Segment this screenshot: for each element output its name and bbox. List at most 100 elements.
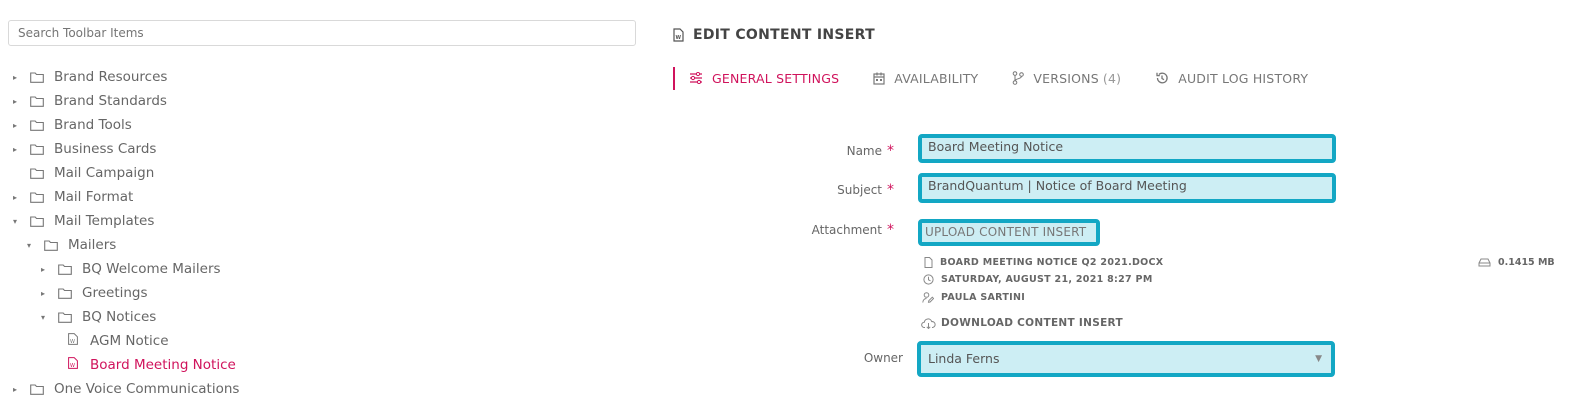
toolbar-tree-panel: ▸ Brand Resources ▸ Brand Standards ▸ Brand T… (0, 0, 650, 397)
folder-icon (30, 120, 44, 131)
name-label: Name * (774, 143, 894, 159)
tree-item-label: Mail Campaign (54, 165, 155, 181)
tree-folder-item[interactable]: ▸ One Voice Communications (10, 378, 239, 400)
tree-folder-item[interactable]: ▸ Brand Standards (10, 90, 167, 112)
caret-down-icon[interactable]: ▾ (24, 241, 34, 250)
folder-icon (30, 144, 44, 155)
tree-folder-item[interactable]: Mail Campaign (10, 162, 154, 184)
attachment-label-text: Attachment (811, 223, 882, 237)
page-title-text: EDIT CONTENT INSERT (693, 27, 875, 43)
user-edit-icon (922, 292, 934, 303)
folder-icon (30, 192, 44, 203)
sliders-icon (690, 72, 702, 84)
tab-general-settings[interactable]: GENERAL SETTINGS (689, 71, 839, 86)
history-icon (1156, 72, 1168, 84)
required-mark: * (887, 182, 894, 198)
tree-folder-item[interactable]: ▸ Brand Resources (10, 66, 167, 88)
tree-item-label: Greetings (82, 285, 148, 301)
tree-item-label: Brand Tools (54, 117, 132, 133)
word-doc-icon: W (68, 333, 80, 349)
file-user: PAULA SARTINI (941, 292, 1026, 303)
folder-icon (30, 96, 44, 107)
tree-item-label: Board Meeting Notice (90, 357, 236, 373)
caret-right-icon[interactable]: ▸ (10, 145, 20, 154)
caret-right-icon[interactable]: ▸ (10, 97, 20, 106)
tree-folder-item[interactable]: ▸ Greetings (38, 282, 148, 304)
caret-down-icon[interactable]: ▾ (38, 313, 48, 322)
tree-folder-item[interactable]: ▾ Mail Templates (10, 210, 154, 232)
tree-item-label: Mail Templates (54, 213, 155, 229)
upload-label: UPLOAD CONTENT INSERT (925, 225, 1087, 239)
versions-count: (4) (1102, 70, 1122, 86)
tree-folder-item[interactable]: ▸ BQ Welcome Mailers (38, 258, 221, 280)
folder-icon (58, 288, 72, 299)
caret-right-icon[interactable]: ▸ (10, 121, 20, 130)
search-input[interactable] (8, 20, 636, 46)
tree-folder-item[interactable]: ▸ Business Cards (10, 138, 156, 160)
tree-item-label: Business Cards (54, 141, 157, 157)
owner-label: Owner (783, 351, 903, 365)
svg-text:W: W (70, 339, 75, 345)
tree-item-label: Mailers (68, 237, 117, 253)
owner-select[interactable]: Linda Ferns ▼ (917, 341, 1335, 377)
clock-icon (923, 274, 934, 285)
tab-label: VERSIONS (1033, 70, 1099, 86)
file-name: BOARD MEETING NOTICE Q2 2021.DOCX (940, 257, 1164, 268)
name-field[interactable]: Board Meeting Notice (918, 134, 1336, 163)
tree-item-label: Mail Format (54, 189, 134, 205)
tab-label: GENERAL SETTINGS (712, 70, 840, 86)
tab-audit-log-history[interactable]: AUDIT LOG HISTORY (1155, 71, 1308, 86)
subject-field[interactable]: BrandQuantum | Notice of Board Meeting (918, 173, 1336, 203)
name-value: Board Meeting Notice (928, 139, 1064, 154)
tree-item-label: BQ Notices (82, 309, 157, 325)
subject-label: Subject * (774, 182, 894, 198)
owner-label-text: Owner (863, 351, 903, 365)
required-mark: * (887, 143, 894, 159)
tree-document-item[interactable]: W AGM Notice (68, 330, 169, 352)
caret-right-icon[interactable]: ▸ (10, 385, 20, 394)
tree-document-item[interactable]: W Board Meeting Notice (68, 354, 236, 376)
word-doc-icon: W (673, 28, 684, 42)
tree-folder-item[interactable]: ▸ Brand Tools (10, 114, 132, 136)
chevron-down-icon: ▼ (1315, 354, 1322, 364)
file-date-row: SATURDAY, AUGUST 21, 2021 8:27 PM (923, 274, 1153, 285)
folder-icon (44, 240, 58, 251)
branch-icon (1013, 71, 1025, 85)
caret-right-icon[interactable]: ▸ (38, 265, 48, 274)
cloud-download-icon (921, 317, 936, 329)
folder-icon (58, 264, 72, 275)
caret-down-icon[interactable]: ▾ (10, 217, 20, 226)
svg-text:W: W (70, 363, 75, 369)
owner-value: Linda Ferns (928, 351, 1000, 366)
tree-folder-item[interactable]: ▾ Mailers (24, 234, 116, 256)
hard-drive-icon (1478, 258, 1491, 267)
file-user-row: PAULA SARTINI (922, 292, 1025, 303)
tab-label: AVAILABILITY (894, 70, 979, 86)
tab-versions[interactable]: VERSIONS (4) (1012, 71, 1121, 86)
subject-label-text: Subject (837, 183, 882, 197)
tree-item-label: Brand Standards (54, 93, 167, 109)
word-doc-icon: W (68, 357, 80, 373)
caret-right-icon[interactable]: ▸ (10, 193, 20, 202)
download-label: DOWNLOAD CONTENT INSERT (941, 317, 1123, 329)
tree-folder-item[interactable]: ▾ BQ Notices (38, 306, 156, 328)
folder-icon (30, 168, 44, 179)
tab-label: AUDIT LOG HISTORY (1178, 70, 1309, 86)
upload-content-insert-button[interactable]: UPLOAD CONTENT INSERT (918, 219, 1100, 246)
required-mark: * (887, 222, 894, 238)
tab-availability[interactable]: AVAILABILITY (873, 71, 978, 86)
tab-bar: GENERAL SETTINGS AVAILABILITY VERSIONS (… (673, 66, 1342, 90)
page-title: W EDIT CONTENT INSERT (673, 27, 875, 43)
download-content-insert-link[interactable]: DOWNLOAD CONTENT INSERT (921, 317, 1123, 329)
caret-right-icon[interactable]: ▸ (38, 289, 48, 298)
file-icon (924, 257, 933, 268)
folder-icon (30, 216, 44, 227)
file-size: 0.1415 MB (1498, 257, 1555, 268)
folder-icon (30, 72, 44, 83)
caret-right-icon[interactable]: ▸ (10, 73, 20, 82)
svg-text:W: W (676, 35, 682, 41)
tree-item-label: One Voice Communications (54, 381, 240, 397)
tree-folder-item[interactable]: ▸ Mail Format (10, 186, 133, 208)
name-label-text: Name (846, 144, 882, 158)
file-name-row: BOARD MEETING NOTICE Q2 2021.DOCX (924, 257, 1163, 268)
